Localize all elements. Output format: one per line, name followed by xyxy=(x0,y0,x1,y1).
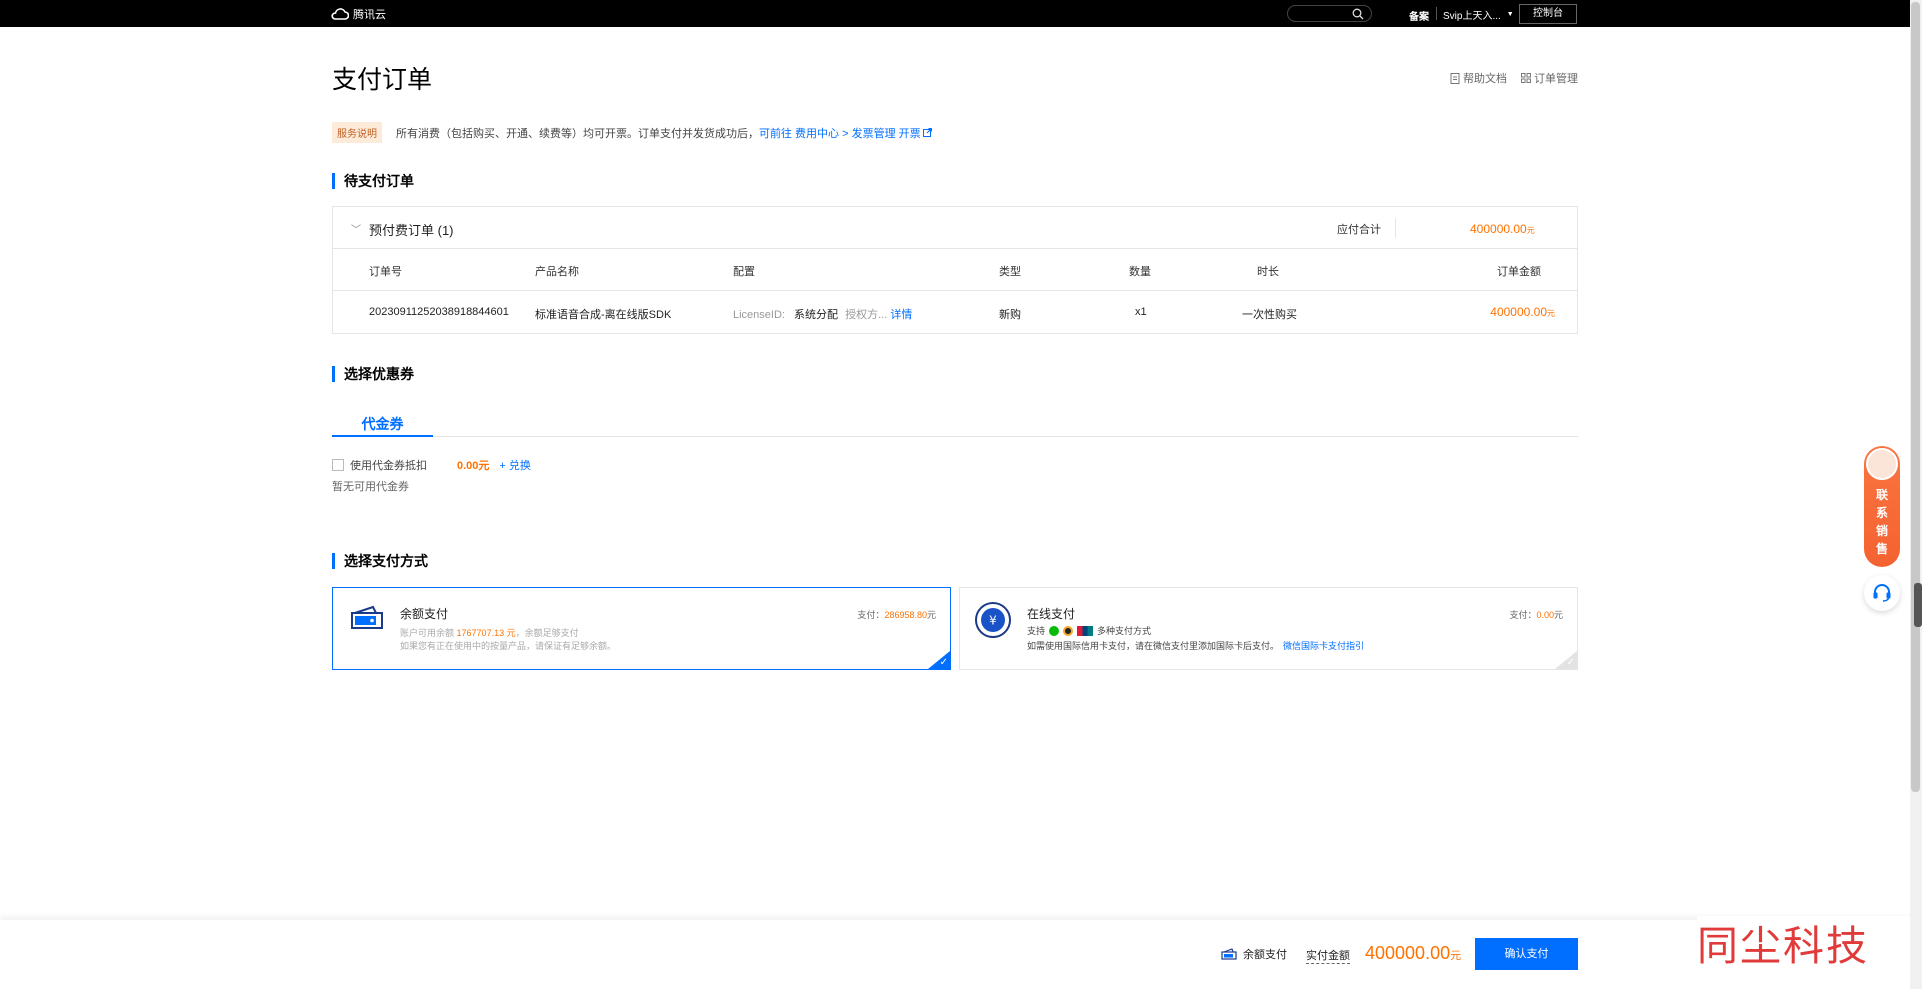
config-key: LicenseID: xyxy=(733,309,785,321)
unionpay-icon xyxy=(1077,625,1094,636)
qq-pay-icon xyxy=(1063,625,1074,636)
due-total-label: 应付合计 xyxy=(1337,224,1381,236)
help-docs-label: 帮助文档 xyxy=(1463,73,1507,85)
contact-sales-widget[interactable]: 联系销售 xyxy=(1864,446,1900,567)
search-input[interactable] xyxy=(1287,5,1372,22)
check-icon: ✓ xyxy=(1566,657,1575,668)
col-amount: 订单金额 xyxy=(1497,266,1541,278)
beian-link[interactable]: 备案 xyxy=(1409,8,1429,23)
exchange-voucher-link[interactable]: + 兑换 xyxy=(499,457,530,473)
balance-pay-card[interactable]: 余额支付 账户可用余额 1767707.13 元，余额足够支付 如果您有正在使用… xyxy=(332,587,951,670)
console-button[interactable]: 控制台 xyxy=(1519,4,1577,24)
avatar xyxy=(1866,448,1898,480)
table-row: 20230911252038918844601 标准语音合成-离在线版SDK L… xyxy=(333,291,1577,333)
coupon-title: 选择优惠券 xyxy=(332,366,414,382)
actual-amount-label[interactable]: 实付金额 xyxy=(1306,947,1350,964)
support-button[interactable] xyxy=(1864,575,1900,611)
order-table: ﹀ 预付费订单 (1) 应付合计 400000.00元 订单号 产品名称 配置 … xyxy=(332,206,1578,334)
cloud-icon xyxy=(331,8,349,20)
selected-method-label: 余额支付 xyxy=(1243,949,1287,961)
svg-text:¥: ¥ xyxy=(989,614,997,628)
actual-amount-value: 400000.00元 xyxy=(1365,943,1462,963)
check-icon: ✓ xyxy=(939,657,948,668)
no-voucher-text: 暂无可用代金券 xyxy=(332,481,409,493)
order-mgmt-label: 订单管理 xyxy=(1534,73,1578,85)
payment-title: 选择支付方式 xyxy=(332,553,428,569)
confirm-pay-button[interactable]: 确认支付 xyxy=(1475,938,1578,970)
brand-name: 腾讯云 xyxy=(353,9,386,21)
page-title: 支付订单 xyxy=(332,66,433,94)
caret-down-icon: ▼ xyxy=(1506,11,1514,18)
wallet-icon xyxy=(351,605,383,629)
order-mgmt-link[interactable]: 订单管理 xyxy=(1521,70,1578,86)
order-type: 新购 xyxy=(999,309,1021,321)
order-qty: x1 xyxy=(1135,306,1147,318)
side-drawer-handle[interactable] xyxy=(1914,583,1922,627)
contact-sales-label: 联系销售 xyxy=(1875,488,1888,556)
wallet-icon xyxy=(1221,948,1237,960)
due-total-value: 400000.00元 xyxy=(1470,222,1535,236)
col-duration: 时长 xyxy=(1257,266,1279,278)
multi-methods-label: 多种支付方式 xyxy=(1097,626,1152,636)
use-voucher-checkbox[interactable] xyxy=(332,459,344,471)
help-docs-link[interactable]: 帮助文档 xyxy=(1450,70,1507,86)
online-pay-card[interactable]: ¥ 在线支付 支持 多种支付方式 如需使用国际信用卡支付，请在微信支付里添加国际… xyxy=(959,587,1578,670)
col-type: 类型 xyxy=(999,266,1021,278)
coupon-tabs: 代金券 xyxy=(332,414,1578,437)
invoice-link[interactable]: 可前往 费用中心 > 发票管理 开票 xyxy=(759,125,921,141)
table-header: 订单号 产品名称 配置 类型 数量 时长 订单金额 xyxy=(333,249,1577,291)
order-amount: 400000.00元 xyxy=(1490,305,1555,319)
notice-tag: 服务说明 xyxy=(332,122,382,143)
balance-available: 账户可用余额 1767707.13 元，余额足够支付 xyxy=(400,628,579,638)
use-voucher-label: 使用代金券抵扣 xyxy=(350,460,427,472)
document-icon xyxy=(1450,72,1460,84)
user-menu[interactable]: Svip上天入... ▼ xyxy=(1443,7,1514,22)
top-navbar: 腾讯云 备案 Svip上天入... ▼ 控制台 xyxy=(0,0,1922,27)
yuan-coin-icon: ¥ xyxy=(975,602,1011,638)
voucher-amount: 0.00元 xyxy=(457,460,490,472)
config-more: 授权方... xyxy=(845,309,888,321)
detail-link[interactable]: 详情 xyxy=(890,309,912,321)
brand-logo[interactable]: 腾讯云 xyxy=(331,6,386,22)
selected-method: 余额支付 xyxy=(1221,946,1287,962)
support-label: 支持 xyxy=(1027,626,1046,636)
order-no: 20230911252038918844601 xyxy=(369,306,509,318)
tab-voucher[interactable]: 代金券 xyxy=(332,414,433,437)
config-cell: LicenseID: 系统分配 授权方... 详情 xyxy=(733,306,912,322)
order-group-header[interactable]: ﹀ 预付费订单 (1) 应付合计 400000.00元 xyxy=(333,207,1577,249)
order-duration: 一次性购买 xyxy=(1242,309,1297,321)
watermark: 同尘科技 xyxy=(1697,916,1922,989)
balance-pay-name: 余额支付 xyxy=(400,607,449,621)
online-support-row: 支持 多种支付方式 xyxy=(1027,624,1151,637)
scrollbar-thumb[interactable] xyxy=(1911,2,1920,792)
config-value: 系统分配 xyxy=(794,309,839,321)
balance-note: 如果您有正在使用中的按量产品，请保证有足够余额。 xyxy=(400,641,617,651)
pending-orders-title: 待支付订单 xyxy=(332,173,414,189)
online-pay-amount: 支付：0.00元 xyxy=(1509,610,1563,620)
col-order-no: 订单号 xyxy=(369,266,402,278)
headset-icon xyxy=(1873,584,1891,602)
divider xyxy=(1436,7,1437,20)
product-name: 标准语音合成-离在线版SDK xyxy=(535,309,672,321)
voucher-row: 使用代金券抵扣 0.00元 + 兑换 xyxy=(332,457,531,473)
wechat-pay-icon xyxy=(1049,625,1060,636)
header-links: 帮助文档 订单管理 xyxy=(1450,70,1578,86)
notice-text: 所有消费（包括购买、开通、续费等）均可开票。订单支付并发货成功后， xyxy=(396,127,759,140)
online-note: 如需使用国际信用卡支付，请在微信支付里添加国际卡后支付。 微信国际卡支付指引 xyxy=(1027,641,1365,651)
order-group-label: 预付费订单 (1) xyxy=(369,223,454,238)
grid-icon xyxy=(1521,73,1531,83)
col-product: 产品名称 xyxy=(535,266,579,278)
chevron-down-icon[interactable]: ﹀ xyxy=(351,221,361,236)
balance-pay-amount: 支付：286958.80元 xyxy=(857,610,936,620)
search-icon xyxy=(1352,8,1364,20)
bottom-pay-bar: 余额支付 实付金额 400000.00元 确认支付 xyxy=(0,920,1922,989)
user-name: Svip上天入... xyxy=(1443,11,1501,22)
service-notice: 服务说明 所有消费（包括购买、开通、续费等）均可开票。订单支付并发货成功后， 可… xyxy=(332,122,932,143)
external-link-icon xyxy=(922,128,932,137)
card-guide-link[interactable]: 微信国际卡支付指引 xyxy=(1283,641,1364,651)
col-config: 配置 xyxy=(733,266,755,278)
col-qty: 数量 xyxy=(1129,266,1151,278)
online-pay-name: 在线支付 xyxy=(1027,607,1076,621)
divider xyxy=(1395,218,1396,238)
